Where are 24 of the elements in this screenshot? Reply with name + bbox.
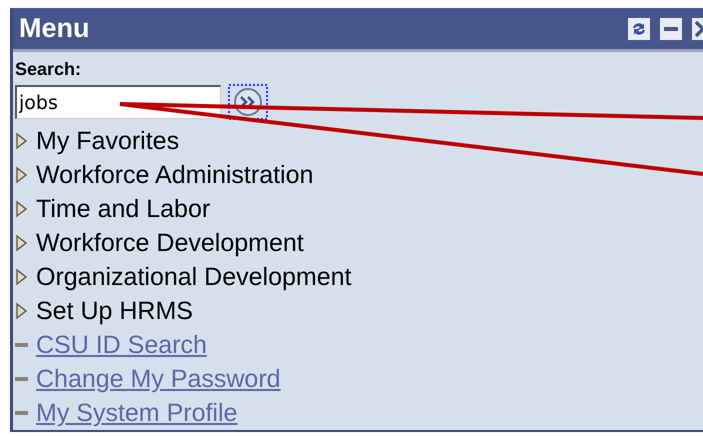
expand-triangle-icon[interactable] bbox=[15, 302, 28, 320]
menu-folder[interactable]: Time and Labor bbox=[36, 194, 210, 224]
expand-triangle-icon[interactable] bbox=[15, 132, 28, 150]
expand-triangle-icon[interactable] bbox=[15, 234, 28, 252]
search-field[interactable]: jobs bbox=[15, 85, 221, 119]
menu-folder[interactable]: Workforce Administration bbox=[36, 160, 314, 190]
menu-folder[interactable]: My Favorites bbox=[36, 126, 180, 156]
menu-link[interactable]: My System Profile bbox=[36, 398, 238, 428]
menu-folder[interactable]: Workforce Development bbox=[36, 228, 304, 258]
dash-icon bbox=[15, 343, 28, 347]
search-go-button[interactable] bbox=[228, 84, 268, 120]
dash-icon bbox=[15, 377, 28, 381]
menu-link[interactable]: Change My Password bbox=[36, 364, 281, 394]
minimize-icon[interactable] bbox=[660, 18, 682, 40]
menu-folder[interactable]: Organizational Development bbox=[36, 262, 352, 292]
refresh-icon[interactable] bbox=[628, 18, 650, 40]
menu-folder[interactable]: Set Up HRMS bbox=[36, 296, 193, 326]
expand-triangle-icon[interactable] bbox=[15, 166, 28, 184]
expand-triangle-icon[interactable] bbox=[15, 268, 28, 286]
menu-link[interactable]: CSU ID Search bbox=[36, 330, 207, 360]
expand-triangle-icon[interactable] bbox=[15, 200, 28, 218]
search-label: Search: bbox=[15, 58, 82, 80]
dash-icon bbox=[15, 411, 28, 415]
window-title: Menu bbox=[19, 12, 90, 46]
